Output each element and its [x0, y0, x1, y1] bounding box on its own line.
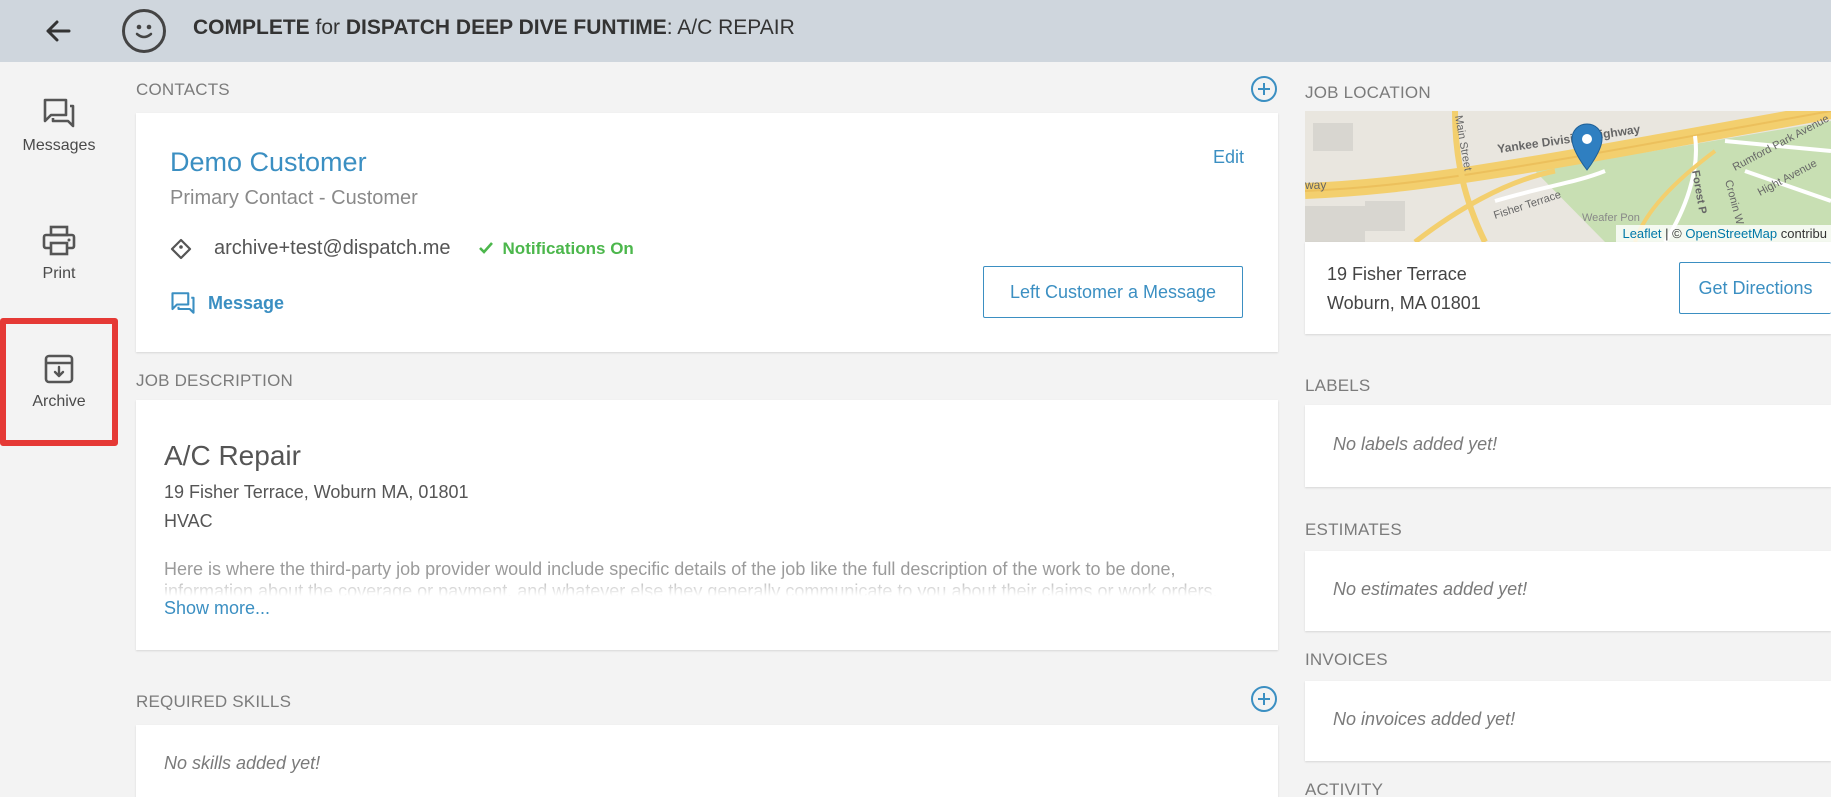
job-location-section-label: JOB LOCATION	[1305, 83, 1431, 102]
contact-role: Primary Contact - Customer	[170, 187, 418, 209]
nav-archive[interactable]: Archive	[0, 318, 118, 446]
labels-card: No labels added yet!	[1305, 405, 1831, 487]
add-contact-button[interactable]	[1251, 76, 1277, 102]
nav-label-archive: Archive	[32, 393, 86, 410]
job-trade: HVAC	[164, 511, 213, 531]
map-pin-icon	[1571, 123, 1603, 171]
get-directions-button[interactable]: Get Directions	[1679, 262, 1831, 314]
estimates-card: No estimates added yet!	[1305, 551, 1831, 631]
invoices-card: No invoices added yet!	[1305, 681, 1831, 761]
plus-icon	[1258, 83, 1270, 95]
estimates-section-label: ESTIMATES	[1305, 520, 1402, 539]
map-street-way: way	[1305, 178, 1326, 192]
top-bar: COMPLETE for DISPATCH DEEP DIVE FUNTIME:…	[0, 0, 1831, 62]
messages-icon	[171, 292, 195, 314]
printer-icon	[42, 225, 76, 256]
message-contact-link[interactable]: Message	[170, 291, 284, 315]
contact-name[interactable]: Demo Customer	[170, 147, 367, 178]
notifications-status: Notifications On	[478, 238, 634, 259]
contacts-section-label: CONTACTS	[136, 80, 230, 99]
address-line2: Woburn, MA 01801	[1327, 293, 1481, 313]
add-skill-button[interactable]	[1251, 686, 1277, 712]
nav-label-print: Print	[42, 265, 76, 282]
invoices-empty-text: No invoices added yet!	[1333, 709, 1516, 729]
title-for: for	[315, 16, 341, 39]
map-label-weafer: Weafer Pon	[1582, 212, 1640, 224]
tag-icon	[170, 238, 192, 259]
attribution-contrib: contribu	[1780, 226, 1827, 241]
page-title: COMPLETE for DISPATCH DEEP DIVE FUNTIME:…	[193, 16, 795, 40]
archive-icon	[44, 354, 74, 384]
job-name: A/C REPAIR	[677, 16, 795, 39]
job-address: 19 Fisher Terrace, Woburn MA, 01801	[164, 482, 469, 502]
customer-name: DISPATCH DEEP DIVE FUNTIME	[345, 16, 667, 39]
nav-messages[interactable]: Messages	[0, 62, 118, 190]
status-smiley-icon	[122, 9, 166, 53]
leaflet-link[interactable]: Leaflet	[1622, 226, 1661, 241]
show-more-link[interactable]: Show more...	[164, 598, 270, 619]
location-map[interactable]: Yankee Division Highway Main Street Fish…	[1305, 111, 1831, 242]
skills-empty-text: No skills added yet!	[164, 753, 321, 773]
attribution-separator: | ©	[1665, 226, 1682, 241]
job-status: COMPLETE	[193, 16, 310, 39]
labels-empty-text: No labels added yet!	[1333, 434, 1498, 454]
contact-email-row: archive+test@dispatch.me Notifications O…	[170, 237, 634, 260]
job-description-text: Here is where the third-party job provid…	[164, 559, 1218, 596]
message-label: Message	[208, 292, 285, 313]
back-arrow-icon[interactable]	[40, 14, 76, 48]
required-skills-card: No skills added yet!	[136, 725, 1278, 797]
messages-icon	[43, 98, 75, 128]
contact-email[interactable]: archive+test@dispatch.me	[214, 237, 451, 260]
location-address-card: 19 Fisher Terrace Woburn, MA 01801 Get D…	[1305, 242, 1831, 334]
nav-print[interactable]: Print	[0, 190, 118, 318]
map-attribution: Leaflet | © OpenStreetMap contribu	[1616, 225, 1831, 242]
notifications-label: Notifications On	[502, 238, 634, 258]
activity-section-label: ACTIVITY	[1305, 780, 1384, 797]
nav-label-messages: Messages	[22, 137, 96, 154]
job-title: A/C Repair	[164, 440, 301, 471]
required-skills-section-label: REQUIRED SKILLS	[136, 692, 292, 711]
left-message-button[interactable]: Left Customer a Message	[983, 266, 1243, 318]
plus-icon	[1258, 693, 1270, 705]
contact-card: Demo Customer Primary Contact - Customer…	[136, 113, 1278, 352]
estimates-empty-text: No estimates added yet!	[1333, 579, 1528, 599]
labels-section-label: LABELS	[1305, 376, 1371, 395]
address-line1: 19 Fisher Terrace	[1327, 264, 1467, 284]
osm-link[interactable]: OpenStreetMap	[1685, 226, 1777, 241]
title-separator: :	[666, 16, 673, 39]
edit-contact-link[interactable]: Edit	[1213, 147, 1244, 168]
invoices-section-label: INVOICES	[1305, 650, 1388, 669]
check-icon	[478, 239, 493, 259]
job-description-section-label: JOB DESCRIPTION	[136, 371, 293, 390]
job-description-card: A/C Repair 19 Fisher Terrace, Woburn MA,…	[136, 400, 1278, 650]
